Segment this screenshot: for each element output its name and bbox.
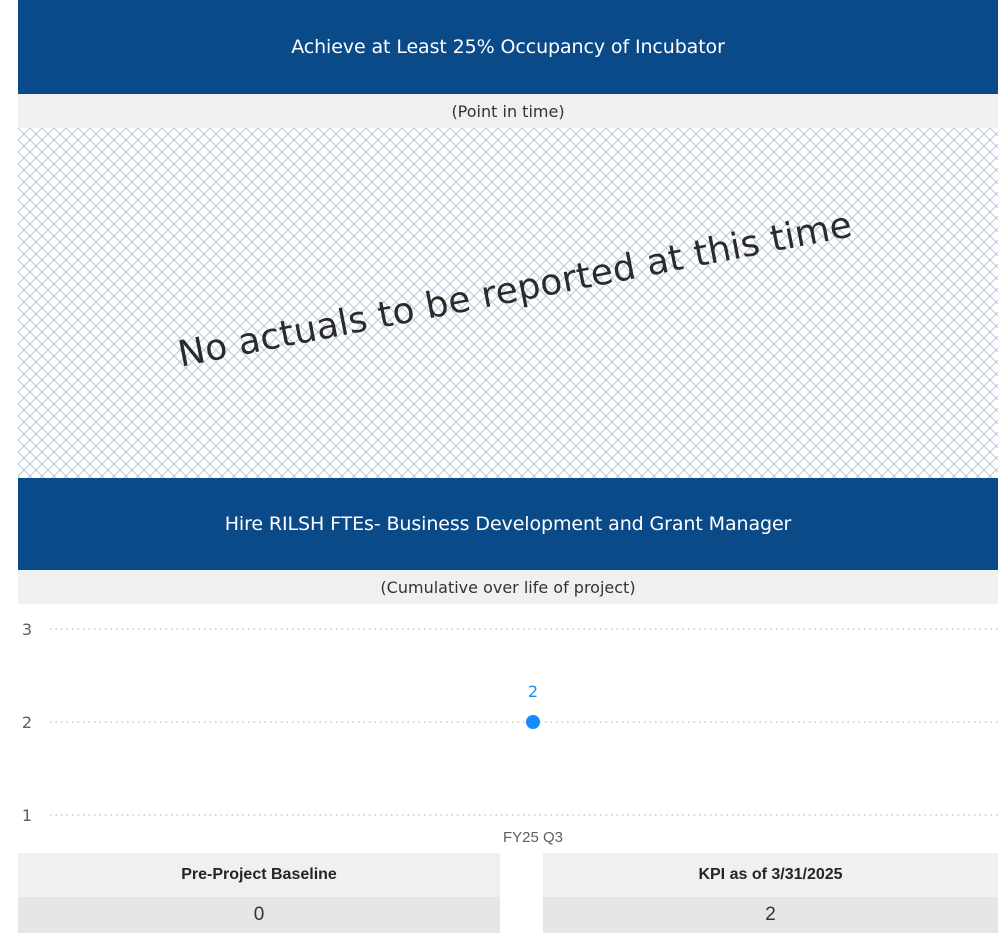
y-tick-label-1: 1 <box>22 806 32 825</box>
baseline-kpi-card: Pre-Project Baseline 0 <box>18 853 500 933</box>
baseline-kpi-label: Pre-Project Baseline <box>18 853 500 897</box>
x-tick-label: FY25 Q3 <box>503 829 563 846</box>
y-tick-label-2: 2 <box>22 713 32 732</box>
section2-subtitle: (Cumulative over life of project) <box>380 577 636 597</box>
current-kpi-label: KPI as of 3/31/2025 <box>543 853 998 897</box>
kpi-report-page: Achieve at Least 25% Occupancy of Incuba… <box>0 0 998 933</box>
data-label: 2 <box>528 682 538 701</box>
section1-subtitle: (Point in time) <box>451 101 565 121</box>
y-tick-label-3: 3 <box>22 620 32 639</box>
data-point[interactable] <box>526 715 540 729</box>
baseline-kpi-value: 0 <box>18 897 500 933</box>
fte-line-chart: 3 2 1 FY25 Q3 2 <box>22 620 998 846</box>
section2-title-banner: Hire RILSH FTEs- Business Development an… <box>18 478 998 570</box>
section2-title: Hire RILSH FTEs- Business Development an… <box>224 513 792 535</box>
section1-title-banner: Achieve at Least 25% Occupancy of Incuba… <box>18 0 998 94</box>
section1-subtitle-bar: (Point in time) <box>18 94 998 128</box>
section2-subtitle-bar: (Cumulative over life of project) <box>18 570 998 604</box>
current-kpi-value: 2 <box>543 897 998 933</box>
section1-title: Achieve at Least 25% Occupancy of Incuba… <box>291 36 725 58</box>
current-kpi-card: KPI as of 3/31/2025 2 <box>543 853 998 933</box>
